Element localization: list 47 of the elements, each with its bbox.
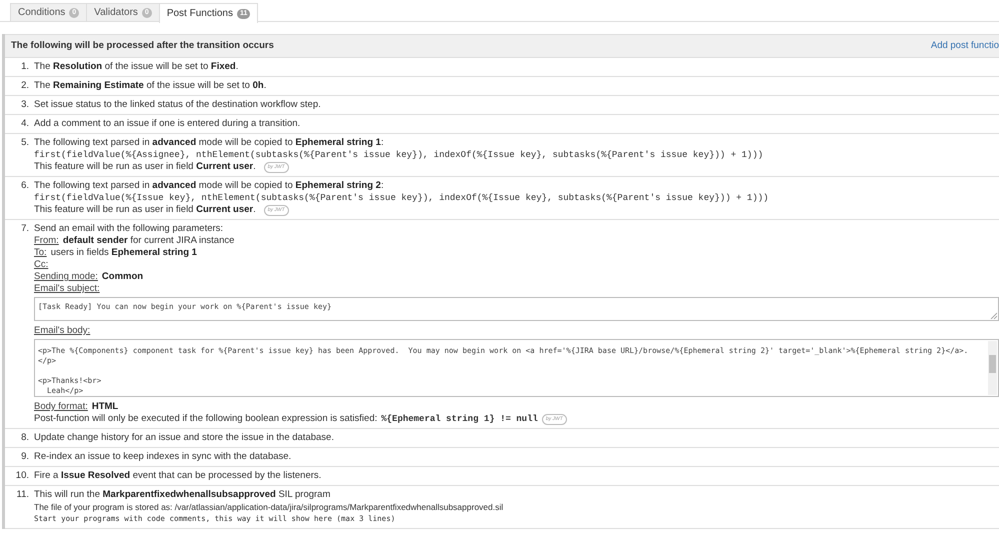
item-number: 10. xyxy=(14,470,30,482)
run-as-note: This feature will be run as user in field Current user. xyxy=(34,204,256,216)
field-label: Body format: xyxy=(34,401,88,413)
item-number: 9. xyxy=(20,451,30,463)
item-text: The following text parsed in advanced mode will be copied to Ephemeral string 1: xyxy=(34,137,385,149)
file-path: The file of your program is stored as: /var/atlassian/application-data/jira/silprograms/Markparentfixedwhenallsubsapproved.sil xyxy=(34,501,504,513)
item-text: The Resolution of the issue will be set to Fixed. xyxy=(34,61,240,73)
field-value: users in fields Ephemeral string 1 xyxy=(50,247,197,259)
condition-code: %{Ephemeral string 1} != null xyxy=(381,413,538,425)
field-value: HTML xyxy=(92,401,118,413)
expression-code: first(fieldValue(%{Issue key}, nthElement(subtasks(%{Parent's issue key}), indexOf(%{Issue key}, subtasks(%{Parent's issue key})) + 1))) xyxy=(34,192,770,204)
resize-grip-icon[interactable] xyxy=(990,312,997,319)
expression-code: first(fieldValue(%{Assignee}, nthElement(subtasks(%{Parent's issue key}), indexOf(%{Issue key}, subtasks(%{Parent's issue key})) + 1))) xyxy=(34,149,764,161)
tab-label: Conditions xyxy=(18,7,66,18)
item-number: 7. xyxy=(20,223,30,236)
tab-label: Validators xyxy=(94,7,138,18)
item-text: Add a comment to an issue if one is entered during a transition. xyxy=(34,118,302,130)
item-number: 11. xyxy=(15,489,30,502)
field-label: Cc: xyxy=(34,259,48,271)
scrollbar[interactable] xyxy=(988,341,997,395)
item-text: Re-index an issue to keep indexes in sync with the database. xyxy=(34,451,292,463)
field-label: Sending mode: xyxy=(34,271,98,283)
field-label: To: xyxy=(34,247,47,259)
add-post-function-link[interactable]: Add post functio xyxy=(930,40,999,52)
field-label: From: xyxy=(34,235,59,247)
item-text: The Remaining Estimate of the issue will be set to 0h. xyxy=(34,80,268,92)
item-number: 5. xyxy=(20,137,30,150)
item-text: Set issue status to the linked status of the destination workflow step. xyxy=(34,99,322,111)
item-number: 2. xyxy=(20,80,30,92)
field-value: default sender for current JIRA instance xyxy=(62,235,234,247)
item-text: This will run the Markparentfixedwhenallsubsapproved SIL program xyxy=(34,489,332,501)
item-number: 3. xyxy=(20,99,30,111)
body-label: Email's body: xyxy=(34,325,90,337)
item-number: 4. xyxy=(20,118,30,130)
item-number: 8. xyxy=(20,432,30,444)
item-number: 1. xyxy=(20,61,30,73)
item-text: The following text parsed in advanced mode will be copied to Ephemeral string 2: xyxy=(34,180,385,192)
item-text: Send an email with the following parameters: xyxy=(34,223,224,235)
item-text: Fire a Issue Resolved event that can be processed by the listeners. xyxy=(34,470,322,482)
tab-label: Post Functions xyxy=(166,8,233,19)
panel-title: The following will be processed after the transition occurs xyxy=(11,40,274,52)
item-number: 6. xyxy=(20,180,30,193)
run-as-note: This feature will be run as user in field Current user. xyxy=(34,161,256,173)
item-text: Update change history for an issue and store the issue in the database. xyxy=(34,432,335,444)
subject-label: Email's subject: xyxy=(34,283,100,295)
condition-text: Post-function will only be executed if the following boolean expression is satisfied: xyxy=(34,413,378,425)
field-value: Common xyxy=(102,271,144,283)
